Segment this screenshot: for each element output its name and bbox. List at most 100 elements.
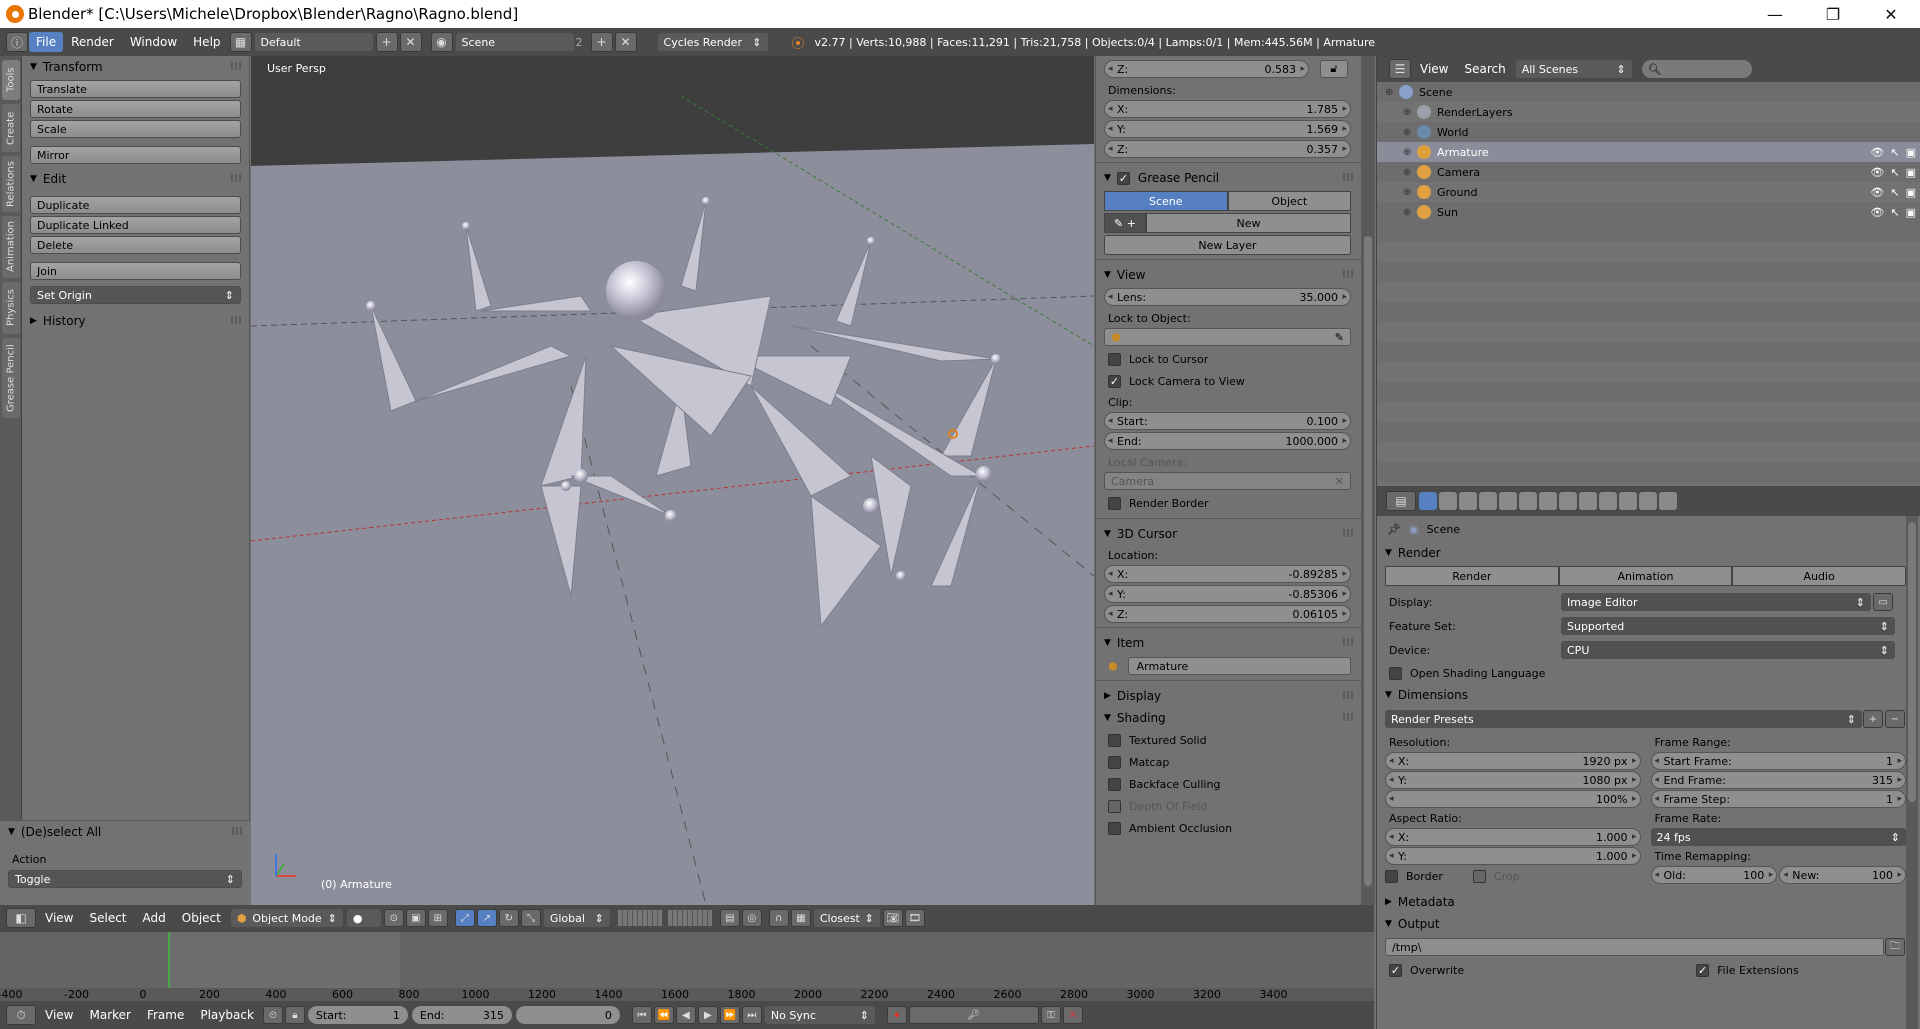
expand-icon[interactable]: ⊕ bbox=[1403, 147, 1417, 158]
editor-type-info-icon[interactable]: ⓘ bbox=[6, 32, 28, 52]
grip-icon[interactable] bbox=[1343, 529, 1355, 537]
scene-add-icon[interactable]: + bbox=[590, 32, 613, 52]
z-location-field[interactable]: Z: 0.583 bbox=[1104, 60, 1309, 78]
output-path-input[interactable]: /tmp\ bbox=[1385, 938, 1884, 956]
matcap-checkbox[interactable]: Matcap bbox=[1096, 751, 1361, 773]
render-button[interactable]: Render bbox=[1385, 566, 1559, 586]
viewport-menu-select[interactable]: Select bbox=[81, 911, 134, 925]
menu-help[interactable]: Help bbox=[185, 35, 228, 49]
outliner-row-scene[interactable]: ⊕ Scene bbox=[1377, 82, 1920, 102]
layers-grid-a[interactable] bbox=[617, 910, 662, 926]
record-icon[interactable]: ⏺ bbox=[886, 1006, 907, 1024]
layout-add-icon[interactable]: + bbox=[375, 32, 398, 52]
mode-select[interactable]: ⬢ Object Mode ⇕ bbox=[230, 909, 343, 927]
timeline-menu-frame[interactable]: Frame bbox=[139, 1008, 192, 1022]
cursor-z-field[interactable]: Z: 0.06105 bbox=[1104, 605, 1351, 623]
scene-field[interactable]: Scene bbox=[455, 33, 574, 51]
editor-type-outliner-icon[interactable]: ☰ bbox=[1389, 59, 1411, 79]
depth-of-field-checkbox[interactable]: Depth Of Field bbox=[1096, 795, 1361, 817]
timeline-area[interactable]: -400 -200 0 200 400 600 800 1000 1200 1400 1600 180… bbox=[0, 931, 1374, 1001]
local-camera-field[interactable]: Camera ✕ bbox=[1104, 472, 1351, 490]
modifiers-tab-icon[interactable] bbox=[1539, 492, 1557, 510]
cursor-icon[interactable]: ↖ bbox=[1890, 186, 1899, 199]
occlude-icon[interactable]: ⊞ bbox=[427, 909, 448, 927]
grip-icon[interactable] bbox=[1343, 270, 1355, 278]
keying-set-field[interactable]: 🔑︎ bbox=[908, 1006, 1039, 1024]
pin-icon[interactable]: 📌︎ bbox=[1387, 523, 1401, 536]
n-panel-scrollbar[interactable] bbox=[1361, 56, 1375, 905]
expand-icon[interactable]: ⊕ bbox=[1403, 207, 1417, 218]
dimensions-panel-header[interactable]: ▼ Dimensions bbox=[1377, 684, 1920, 706]
grip-icon[interactable] bbox=[231, 316, 243, 324]
item-panel-header[interactable]: ▼ Item bbox=[1096, 632, 1361, 654]
metadata-panel-header[interactable]: ▶ Metadata bbox=[1377, 891, 1920, 913]
render-layers-tab-icon[interactable] bbox=[1439, 492, 1457, 510]
folder-icon[interactable]: 🗀︎ bbox=[1885, 938, 1905, 956]
crop-checkbox[interactable]: Crop bbox=[1472, 865, 1520, 887]
timeline-menu-marker[interactable]: Marker bbox=[81, 1008, 138, 1022]
join-button[interactable]: Join bbox=[30, 262, 241, 280]
scrollbar-thumb[interactable] bbox=[1364, 236, 1372, 886]
tab-physics[interactable]: Physics bbox=[2, 282, 20, 334]
resolution-percent-field[interactable]: 100% bbox=[1385, 790, 1641, 808]
menu-render[interactable]: Render bbox=[63, 35, 122, 49]
grip-icon[interactable] bbox=[1343, 173, 1355, 181]
outliner-search-input[interactable]: 🔍︎ bbox=[1641, 60, 1752, 78]
expand-icon[interactable]: ⊕ bbox=[1403, 187, 1417, 198]
preview-range-icon[interactable]: ⏲ bbox=[262, 1006, 283, 1024]
prev-keyframe-icon[interactable]: ⏪ bbox=[653, 1006, 674, 1024]
preset-remove-icon[interactable]: − bbox=[1885, 710, 1905, 728]
grip-icon[interactable] bbox=[231, 62, 243, 70]
end-frame-input[interactable]: End: 315 bbox=[411, 1006, 512, 1024]
next-keyframe-icon[interactable]: ⏩ bbox=[719, 1006, 740, 1024]
history-panel-header[interactable]: ▶ History bbox=[22, 310, 249, 332]
rotate-button[interactable]: Rotate bbox=[30, 100, 241, 118]
eyedropper-icon[interactable]: ✎ bbox=[1335, 331, 1344, 344]
render-tab-icon[interactable] bbox=[1419, 492, 1437, 510]
tab-animation[interactable]: Animation bbox=[2, 216, 20, 278]
menu-file[interactable]: File bbox=[29, 32, 64, 52]
scale-manipulator-icon[interactable]: ⤡ bbox=[520, 909, 541, 927]
expand-icon[interactable]: ⊕ bbox=[1403, 107, 1417, 118]
device-select[interactable]: CPU ⇕ bbox=[1561, 641, 1895, 659]
cursor-icon[interactable]: ↖ bbox=[1890, 206, 1899, 219]
camera-render-icon[interactable]: ▣ bbox=[1906, 206, 1916, 219]
shading-panel-header[interactable]: ▼ Shading bbox=[1096, 707, 1361, 729]
only-render-icon[interactable]: ▣ bbox=[405, 909, 426, 927]
clip-end-field[interactable]: End: 1000.000 bbox=[1104, 432, 1351, 450]
textured-solid-checkbox[interactable]: Textured Solid bbox=[1096, 729, 1361, 751]
outliner-row-camera[interactable]: ⊕ Camera 👁︎ ↖ ▣ bbox=[1377, 162, 1920, 182]
menu-window[interactable]: Window bbox=[122, 35, 185, 49]
timeline-menu-view[interactable]: View bbox=[37, 1008, 81, 1022]
window-icon[interactable]: ▭ bbox=[1873, 593, 1893, 611]
mirror-button[interactable]: Mirror bbox=[30, 146, 241, 164]
outliner-row-ground[interactable]: ⊕ Ground 👁︎ ↖ ▣ bbox=[1377, 182, 1920, 202]
translate-button[interactable]: Translate bbox=[30, 80, 241, 98]
lens-field[interactable]: Lens: 35.000 bbox=[1104, 288, 1351, 306]
feature-set-select[interactable]: Supported ⇕ bbox=[1561, 617, 1895, 635]
layout-field[interactable]: Default bbox=[254, 33, 373, 51]
viewport-menu-view[interactable]: View bbox=[37, 911, 81, 925]
transform-panel-header[interactable]: ▼ Transform bbox=[22, 56, 249, 78]
object-tab-icon[interactable] bbox=[1499, 492, 1517, 510]
end-frame-field[interactable]: End Frame: 315 bbox=[1650, 771, 1906, 789]
jump-end-icon[interactable]: ⏭ bbox=[741, 1006, 762, 1024]
item-name-field[interactable]: Armature bbox=[1127, 657, 1351, 675]
overwrite-checkbox[interactable]: ✓ Overwrite bbox=[1377, 959, 1464, 981]
maximize-button[interactable]: ❐ bbox=[1804, 0, 1862, 28]
data-tab-icon[interactable] bbox=[1559, 492, 1577, 510]
snap-target-select[interactable]: Closest ⇕ bbox=[813, 909, 880, 927]
scrollbar-thumb[interactable] bbox=[1908, 522, 1916, 802]
scene-tab-icon[interactable] bbox=[1459, 492, 1477, 510]
editor-type-properties-icon[interactable]: ▤ bbox=[1386, 491, 1416, 511]
animation-button[interactable]: Animation bbox=[1558, 566, 1733, 586]
clear-icon[interactable]: ✕ bbox=[1335, 475, 1344, 488]
gp-new-layer-button[interactable]: New Layer bbox=[1104, 235, 1351, 255]
frame-step-field[interactable]: Frame Step: 1 bbox=[1650, 790, 1906, 808]
border-checkbox[interactable]: Border bbox=[1385, 865, 1443, 887]
translate-manipulator-icon[interactable]: ↗ bbox=[476, 909, 497, 927]
duplicate-button[interactable]: Duplicate bbox=[30, 196, 241, 214]
minimize-button[interactable]: — bbox=[1746, 0, 1804, 28]
cursor-x-field[interactable]: X: -0.89285 bbox=[1104, 565, 1351, 583]
current-frame-indicator[interactable] bbox=[168, 932, 170, 990]
